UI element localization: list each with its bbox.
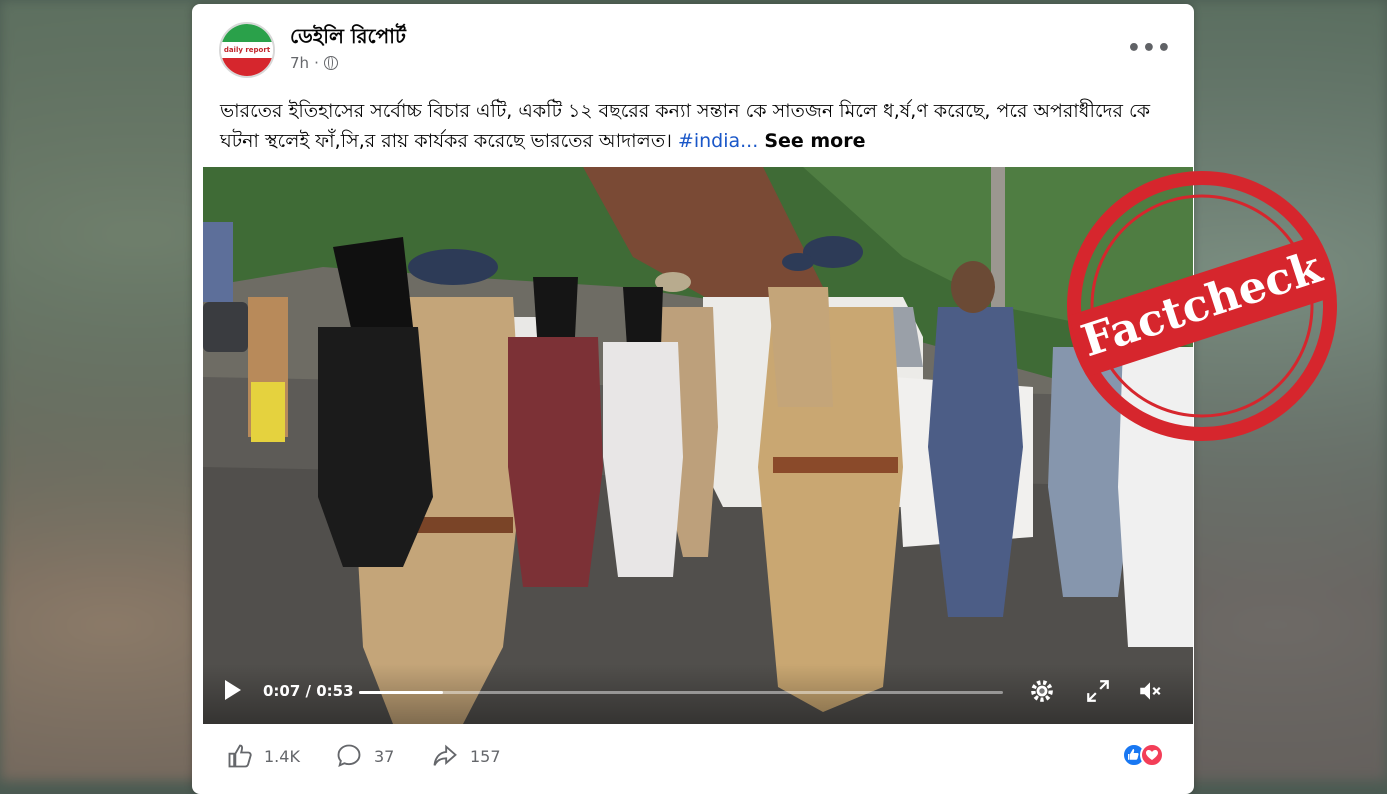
like-count: 1.4K — [264, 746, 300, 766]
page-name[interactable]: ডেইলি রিপোর্ট — [290, 22, 406, 55]
comment-count: 37 — [374, 746, 395, 766]
share-count: 157 — [470, 746, 501, 766]
more-options-button[interactable]: ••• — [1127, 36, 1172, 61]
volume-muted-icon[interactable] — [1137, 678, 1163, 704]
avatar-logo-text: daily report — [223, 45, 271, 54]
see-more-link[interactable]: See more — [764, 130, 865, 152]
like-stat[interactable]: 1.4K — [226, 742, 300, 770]
post-footer: 1.4K 37 157 — [192, 732, 1194, 782]
love-reaction-icon — [1140, 743, 1164, 767]
play-icon[interactable] — [225, 680, 241, 700]
like-icon — [228, 744, 252, 768]
comment-icon — [337, 744, 361, 767]
page-avatar[interactable]: daily report — [219, 22, 275, 78]
video-controls: 0:07 / 0:53 — [203, 664, 1193, 724]
meta-separator: · — [314, 54, 319, 72]
video-progress-bar[interactable] — [359, 691, 1003, 694]
comment-stat[interactable]: 37 — [334, 742, 394, 770]
share-stat[interactable]: 157 — [430, 742, 501, 770]
share-icon — [433, 744, 457, 766]
fullscreen-icon[interactable] — [1085, 678, 1111, 704]
reaction-summary[interactable] — [1122, 743, 1172, 769]
globe-icon — [323, 56, 338, 70]
post-meta: 7h · — [290, 54, 338, 72]
post-time[interactable]: 7h — [290, 54, 309, 72]
video-time: 0:07 / 0:53 — [263, 682, 354, 700]
video-progress-fill — [359, 691, 443, 694]
hashtag-link[interactable]: #india... — [678, 130, 758, 152]
post-text: ভারতের ইতিহাসের সর্বোচ্চ বিচার এটি, একটি… — [220, 96, 1170, 156]
gear-icon[interactable] — [1029, 678, 1055, 704]
post-card: daily report ডেইলি রিপোর্ট 7h · ••• ভারত… — [192, 4, 1194, 794]
